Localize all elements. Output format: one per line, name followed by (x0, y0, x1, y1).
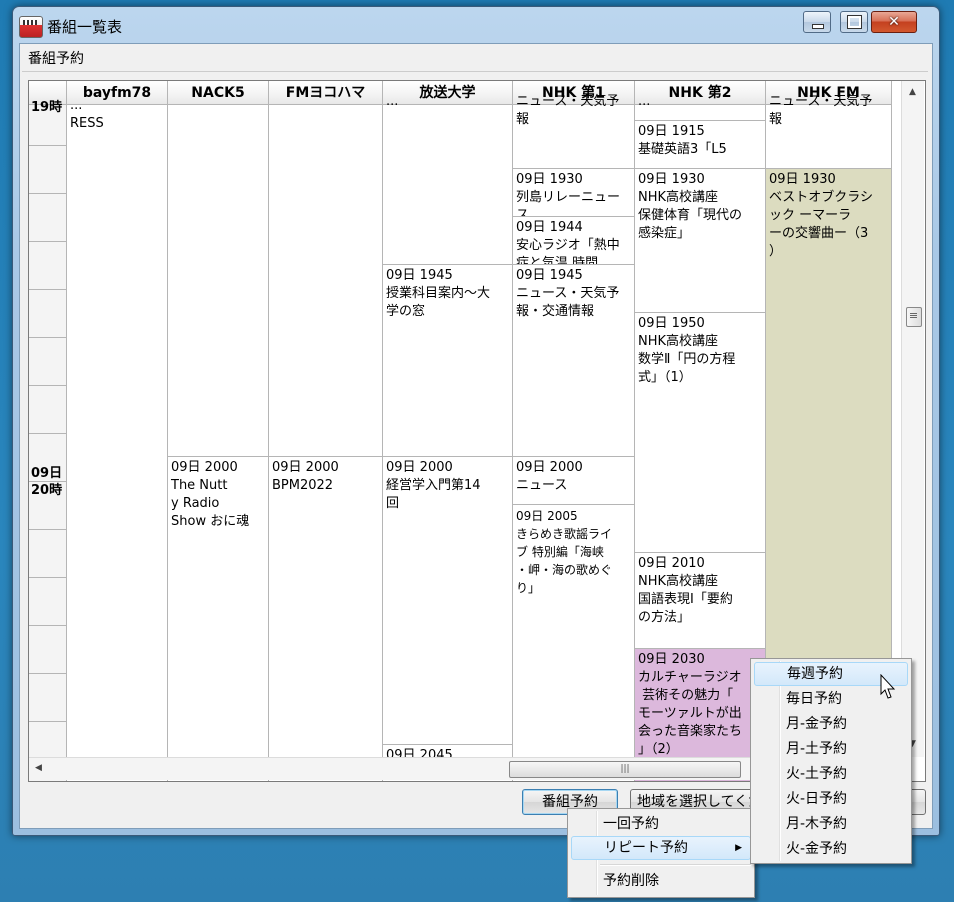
column-nhk1: ニュース・天気予 報 09日 1930 列島リレーニュー ス 09日 1944 … (513, 94, 635, 781)
program-cell[interactable]: ... RESS (67, 95, 167, 781)
menu-item-tue-sun[interactable]: 火-日予約 (754, 787, 908, 811)
program-cell[interactable]: 09日 1950 NHK高校講座 数学Ⅱ「円の方程 式」（1） (635, 313, 765, 553)
horizontal-scroll-thumb[interactable]: ||| (509, 761, 741, 778)
title-bar[interactable]: 番組一覧表 ✕ (13, 7, 939, 43)
maximize-button[interactable] (840, 11, 868, 33)
vertical-scroll-thumb[interactable] (906, 307, 922, 327)
menu-item-repeat-reserve[interactable]: リピート予約 ▶ (571, 836, 751, 860)
menu-item-tue-fri[interactable]: 火-金予約 (754, 837, 908, 861)
column-nhk2: ... 09日 1915 基礎英語3「L5 09日 1930 NHK高校講座 保… (635, 94, 766, 781)
program-cell[interactable]: 09日 1944 安心ラジオ「熱中 症と気温 時間 (513, 217, 634, 265)
menu-item-label: リピート予約 (604, 840, 688, 856)
column-housou-daigaku: ... 09日 1945 授業科目案内～大 学の窓 09日 2000 経営学入門… (383, 94, 513, 781)
close-icon: ✕ (888, 14, 900, 30)
menu-item-tue-sat[interactable]: 火-土予約 (754, 762, 908, 786)
menu-item-delete-reserve[interactable]: 予約削除 (571, 869, 751, 893)
column-bayfm78: ... RESS (67, 98, 168, 781)
section-label: 番組予約 (22, 46, 928, 72)
submenu-arrow-icon: ▶ (735, 843, 742, 853)
vertical-scrollbar[interactable]: ▲ ▼ (901, 81, 924, 757)
minimize-button[interactable] (803, 11, 831, 33)
menu-item-mon-fri[interactable]: 月-金予約 (754, 712, 908, 736)
time-column: 19時 09日 20時 (29, 100, 67, 781)
hour-label-19: 19時 (31, 100, 63, 115)
program-cell[interactable]: ... (383, 91, 512, 265)
program-cell[interactable]: ニュース・天気予 報 (766, 91, 891, 169)
program-cell[interactable]: 09日 1930 NHK高校講座 保健体育「現代の 感染症」 (635, 169, 765, 313)
column-nack5: 09日 2000 The Nutt y Radio Show おに魂 (168, 105, 269, 781)
program-cell[interactable]: 09日 1915 基礎英語3「L5 (635, 121, 765, 169)
scroll-up-icon[interactable]: ▲ (909, 87, 916, 97)
program-cell[interactable]: 09日 2005 きらめき歌謡ライ ブ 特別編「海峡 ・岬・海の歌めぐ り」 (513, 505, 634, 781)
column-fmyokohama: 09日 2000 BPM2022 (269, 105, 383, 781)
menu-item-mon-thu[interactable]: 月-木予約 (754, 812, 908, 836)
close-button[interactable]: ✕ (871, 11, 917, 33)
program-cell[interactable]: ニュース・天気予 報 (513, 91, 634, 169)
mouse-cursor-icon (880, 674, 896, 699)
program-cell[interactable]: 09日 2000 ニュース (513, 457, 634, 505)
menu-item-mon-sat[interactable]: 月-土予約 (754, 737, 908, 761)
program-cell-empty[interactable] (168, 95, 268, 457)
program-cell[interactable]: 09日 2000 BPM2022 (269, 457, 382, 781)
radio-app-icon (19, 16, 43, 38)
scroll-left-icon[interactable]: ◀ (35, 763, 42, 773)
menu-item-one-time-reserve[interactable]: 一回予約 (571, 812, 751, 836)
program-cell[interactable]: 09日 1930 列島リレーニュー ス (513, 169, 634, 217)
hour-label-20: 09日 20時 (31, 466, 63, 498)
program-cell[interactable]: 09日 2000 経営学入門第14 回 (383, 457, 512, 745)
program-cell[interactable]: 09日 2000 The Nutt y Radio Show おに魂 (168, 457, 268, 781)
program-cell[interactable]: 09日 1945 授業科目案内～大 学の窓 (383, 265, 512, 457)
program-cell[interactable]: 09日 1945 ニュース・天気予 報・交通情報 (513, 265, 634, 457)
window-title: 番組一覧表 (47, 18, 123, 36)
program-cell[interactable]: 09日 2010 NHK高校講座 国語表現Ⅰ「要約 の方法」 (635, 553, 765, 649)
context-menu: 一回予約 リピート予約 ▶ 予約削除 (567, 808, 755, 898)
program-cell-empty[interactable] (269, 95, 382, 457)
program-cell[interactable]: ... (635, 91, 765, 121)
